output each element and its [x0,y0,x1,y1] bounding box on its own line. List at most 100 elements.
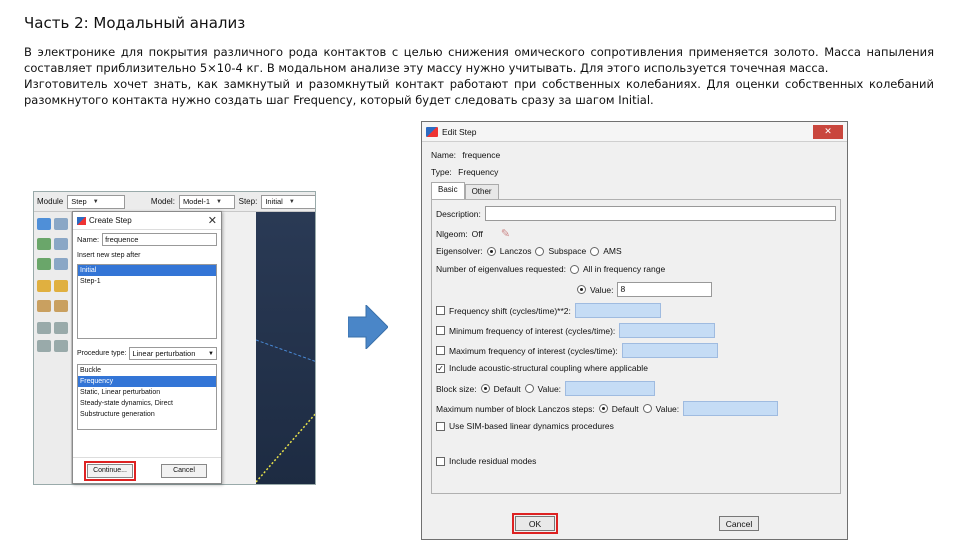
tab-other[interactable]: Other [464,184,499,199]
field-output-icon[interactable] [37,238,51,250]
datum-icon[interactable] [37,322,51,334]
max-freq-input[interactable] [621,343,718,358]
radio-ams[interactable] [590,246,600,256]
list-item[interactable]: Step-1 [78,276,216,287]
block-default-label: Default [493,383,521,394]
controls-icon[interactable] [54,280,68,292]
history-output-manager-icon[interactable] [54,258,68,270]
radio-lanczos[interactable] [486,246,496,256]
max-freq-checkbox[interactable] [436,346,445,355]
step-list: Initial Step-1 [77,264,217,339]
list-item[interactable]: Frequency [78,376,216,387]
module-value: Step [71,197,87,206]
cancel-button[interactable]: Cancel [161,463,207,478]
name-input[interactable]: frequence [102,233,217,246]
radio-subspace[interactable] [535,246,545,256]
sim-checkbox[interactable] [436,421,445,431]
ams-label: AMS [603,246,622,256]
radio-all-in-range[interactable] [569,264,579,274]
list-item[interactable]: Steady-state dynamics, Direct [78,398,216,409]
create-step-dialog: Create Step ✕ Name: frequence Insert new… [72,211,222,484]
special-icon[interactable] [37,300,51,312]
procedure-row: Procedure type: Linear perturbation ▼ [73,345,221,362]
sim-row: Use SIM-based linear dynamics procedures [436,421,614,431]
acoustic-label: Include acoustic-structural coupling whe… [449,363,648,373]
axis-icon[interactable] [54,322,68,334]
paragraph-2: Изготовитель хочет знать, как замкнутый … [24,77,934,107]
procedure-list: Buckle Frequency Static, Linear perturba… [77,364,217,430]
step-label: Step: [238,197,258,206]
list-item[interactable]: Initial [78,265,216,276]
field-output-manager-icon[interactable] [54,238,68,250]
type-label: Type: [431,167,452,177]
residual-row: Include residual modes [436,456,536,466]
model-value: Model-1 [182,197,211,206]
body-text: В электронике для покрытия различного ро… [24,44,934,108]
continue-button[interactable]: Continue... [84,460,136,481]
step-select[interactable]: Initial ▼ [261,194,315,209]
radio-value[interactable] [577,285,586,294]
nlgeom-row: Nlgeom: Off ✎ [436,227,510,240]
chevron-down-icon: ▼ [216,198,222,205]
create-step-icon[interactable] [37,218,51,230]
name-value: frequence [462,150,501,160]
subspace-label: Subspace [548,246,587,256]
procedure-label: Procedure type: [77,350,127,357]
app-icon [77,216,86,225]
name-row: Name: frequence [73,230,221,249]
close-icon[interactable]: ✕ [208,214,217,227]
description-input[interactable] [484,206,836,221]
freq-shift-input[interactable] [574,303,661,318]
max-block-input[interactable] [683,401,779,416]
radio-max-block-value[interactable] [642,404,652,413]
freq-shift-label: Frequency shift (cycles/time)**2: [449,305,571,316]
all-in-range-label: All in frequency range [582,264,666,274]
radio-block-value[interactable] [524,384,534,393]
num-eigen-row: Number of eigenvalues requested: All in … [436,264,665,274]
freq-shift-row: Frequency shift (cycles/time)**2: [436,303,661,318]
radio-block-default[interactable] [480,384,490,393]
radio-max-block-default[interactable] [598,404,608,413]
cancel-button[interactable]: Cancel [719,516,759,531]
adaptive-mesh-icon[interactable] [37,280,51,292]
model-select[interactable]: Model-1 ▼ [178,194,235,209]
create-step-title: Create Step [89,216,132,225]
edge-line [256,339,315,362]
list-item[interactable]: Static, Linear perturbation [78,387,216,398]
value-label: Value: [590,284,614,295]
type-row: Type: Frequency [431,167,498,177]
max-freq-row: Maximum frequency of interest (cycles/ti… [436,343,718,358]
procedure-value: Linear perturbation [132,349,196,358]
step-manager-icon[interactable] [54,218,68,230]
edit-step-title: Edit Step [442,126,477,137]
tab-bar: Basic Other [431,182,499,199]
sim-label: Use SIM-based linear dynamics procedures [449,421,614,431]
history-output-icon[interactable] [37,258,51,270]
insert-label: Insert new step after [77,252,141,259]
pencil-icon[interactable]: ✎ [501,227,510,240]
list-item[interactable]: Substructure generation [78,409,216,420]
tab-basic[interactable]: Basic [431,182,465,199]
acoustic-checkbox[interactable]: ✓ [436,363,445,373]
module-select[interactable]: Step ▼ [67,194,125,209]
app-icon [426,126,438,137]
close-icon[interactable]: ✕ [813,124,843,139]
residual-checkbox[interactable] [436,456,445,466]
viewport[interactable] [256,212,315,484]
nlgeom-label: Nlgeom: [436,228,468,239]
ok-button[interactable]: OK [512,513,558,534]
min-freq-input[interactable] [619,323,716,338]
block-size-input[interactable] [565,381,656,396]
highlighted-edge-line [256,413,315,483]
min-freq-checkbox[interactable] [436,326,445,335]
query-icon[interactable] [37,340,51,352]
load-icon[interactable] [54,300,68,312]
list-item[interactable]: Buckle [78,365,216,376]
procedure-select[interactable]: Linear perturbation ▼ [129,347,217,360]
eigen-value-input[interactable]: 8 [617,282,713,297]
chevron-down-icon: ▼ [92,198,99,205]
page-title: Часть 2: Модальный анализ [24,14,246,32]
acoustic-row: ✓ Include acoustic-structural coupling w… [436,363,648,373]
freq-shift-checkbox[interactable] [436,306,445,315]
csys-icon[interactable] [54,340,68,352]
